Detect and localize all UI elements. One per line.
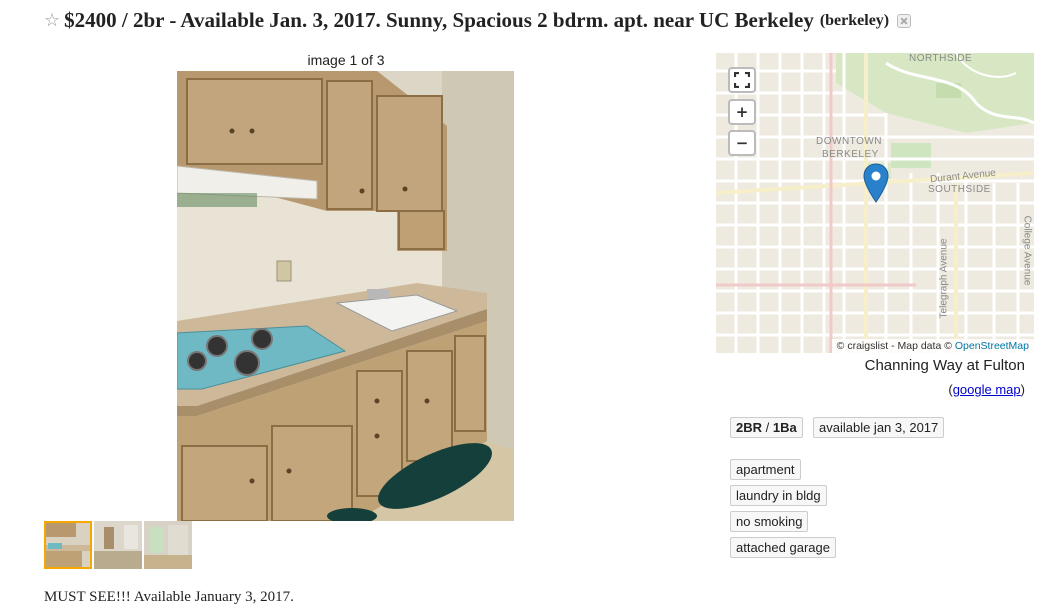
hide-icon[interactable] bbox=[897, 13, 912, 28]
housing-type-tag: apartment bbox=[730, 459, 801, 480]
google-map-close-paren: ) bbox=[1020, 382, 1025, 397]
bedrooms: 2BR bbox=[736, 420, 763, 435]
fullscreen-button[interactable] bbox=[728, 67, 756, 93]
main-image[interactable] bbox=[177, 71, 514, 521]
zoom-out-button[interactable]: − bbox=[728, 130, 756, 156]
google-map-link[interactable]: google map bbox=[953, 382, 1021, 397]
star-icon[interactable]: ☆ bbox=[44, 10, 60, 31]
smoking-tag: no smoking bbox=[730, 511, 809, 532]
availability-tag: available jan 3, 2017 bbox=[813, 417, 945, 438]
map-marker-icon[interactable] bbox=[863, 163, 889, 203]
laundry-tag: laundry in bldg bbox=[730, 485, 827, 506]
map-label-telegraph: Telegraph Avenue bbox=[938, 238, 950, 319]
thumbnail-2[interactable] bbox=[94, 521, 142, 569]
map-label-college: College Avenue bbox=[1021, 215, 1033, 286]
openstreetmap-link[interactable]: OpenStreetMap bbox=[955, 340, 1029, 352]
image-counter: image 1 of 3 bbox=[307, 52, 385, 68]
bed-bath-tag: 2BR / 1Ba bbox=[730, 417, 803, 438]
posting-body: MUST SEE!!! Available January 3, 2017. bbox=[44, 589, 294, 605]
thumbnail-1[interactable] bbox=[44, 521, 92, 569]
thumbnail-strip bbox=[44, 521, 192, 569]
map-label-berkeley: BERKELEY bbox=[822, 149, 879, 160]
map-label-downtown: DOWNTOWN bbox=[816, 136, 883, 147]
zoom-in-button[interactable]: + bbox=[728, 99, 756, 125]
posting-title: $2400 / 2br - Available Jan. 3, 2017. Su… bbox=[64, 8, 814, 32]
fullscreen-icon bbox=[734, 72, 750, 88]
thumbnail-3[interactable] bbox=[144, 521, 192, 569]
bed-bath-separator: / bbox=[762, 420, 773, 435]
bathrooms: 1Ba bbox=[772, 420, 797, 435]
posting-hood: (berkeley) bbox=[819, 11, 890, 29]
posting-title-row: ☆ $2400 / 2br - Available Jan. 3, 2017. … bbox=[44, 8, 912, 33]
map-tiles bbox=[716, 53, 1034, 353]
map[interactable]: NORTHSIDE DOWNTOWN BERKELEY Durant Avenu… bbox=[716, 53, 1034, 353]
map-address: Channing Way at Fulton bbox=[864, 357, 1025, 374]
map-attribution-text: © craigslist - Map data © bbox=[836, 340, 952, 352]
map-label-northside: NORTHSIDE bbox=[909, 53, 973, 64]
kitchen-photo bbox=[177, 71, 514, 521]
map-attribution: © craigslist - Map data © OpenStreetMap bbox=[831, 339, 1034, 353]
map-label-southside: SOUTHSIDE bbox=[928, 184, 991, 195]
parking-tag: attached garage bbox=[730, 537, 836, 558]
google-map-row: (google map) bbox=[716, 382, 1025, 397]
